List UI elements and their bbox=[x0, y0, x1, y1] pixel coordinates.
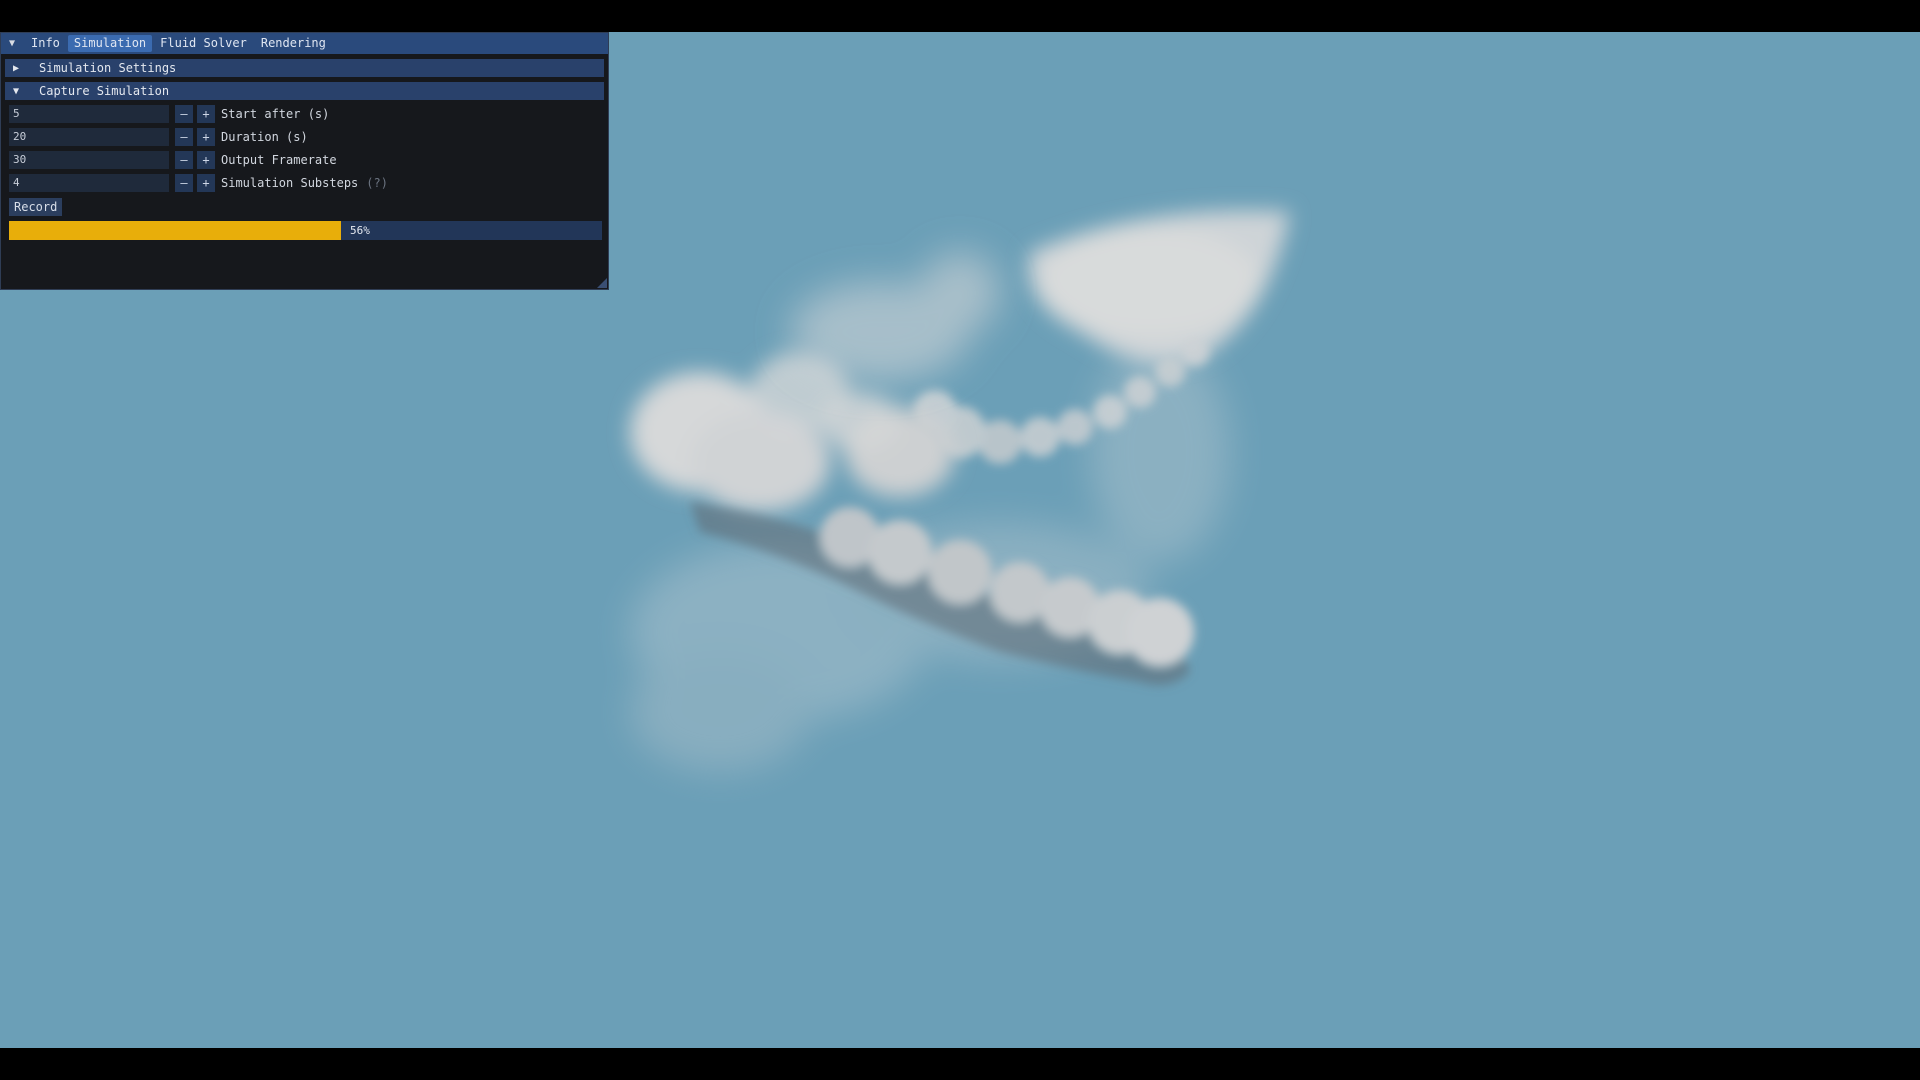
triangle-down-icon: ▼ bbox=[13, 85, 20, 97]
section-simulation-settings[interactable]: ▶ Simulation Settings bbox=[5, 59, 604, 77]
progress-fill bbox=[9, 221, 342, 240]
simulation-substeps-increment-button[interactable]: + bbox=[197, 174, 215, 192]
start-after-decrement-button[interactable]: – bbox=[175, 105, 193, 123]
duration-input[interactable]: 20 bbox=[9, 128, 169, 146]
duration-label: Duration (s) bbox=[221, 130, 308, 144]
settings-panel: ▼ Info Simulation Fluid Solver Rendering… bbox=[0, 32, 609, 290]
duration-row: 20 – + Duration (s) bbox=[9, 128, 608, 146]
tab-fluid-solver[interactable]: Fluid Solver bbox=[154, 35, 253, 52]
simulation-substeps-decrement-button[interactable]: – bbox=[175, 174, 193, 192]
tab-simulation[interactable]: Simulation bbox=[67, 35, 153, 52]
resize-grip[interactable] bbox=[597, 278, 607, 288]
output-framerate-label: Output Framerate bbox=[221, 153, 337, 167]
start-after-label: Start after (s) bbox=[221, 107, 330, 121]
simulation-substeps-input[interactable]: 4 bbox=[9, 174, 169, 192]
tab-bar: ▼ Info Simulation Fluid Solver Rendering bbox=[1, 33, 608, 54]
section-label: Capture Simulation bbox=[39, 84, 170, 98]
output-framerate-increment-button[interactable]: + bbox=[197, 151, 215, 169]
start-after-row: 5 – + Start after (s) bbox=[9, 105, 608, 123]
start-after-increment-button[interactable]: + bbox=[197, 105, 215, 123]
simulation-substeps-row: 4 – + Simulation Substeps (?) bbox=[9, 174, 608, 192]
progress-text: 56% bbox=[350, 224, 370, 237]
triangle-down-icon[interactable]: ▼ bbox=[5, 38, 19, 49]
tab-info[interactable]: Info bbox=[25, 35, 66, 52]
simulation-substeps-label: Simulation Substeps bbox=[221, 176, 359, 190]
triangle-right-icon: ▶ bbox=[13, 62, 20, 74]
output-framerate-input[interactable]: 30 bbox=[9, 151, 169, 169]
duration-increment-button[interactable]: + bbox=[197, 128, 215, 146]
output-framerate-decrement-button[interactable]: – bbox=[175, 151, 193, 169]
output-framerate-row: 30 – + Output Framerate bbox=[9, 151, 608, 169]
tab-rendering[interactable]: Rendering bbox=[255, 35, 332, 52]
duration-decrement-button[interactable]: – bbox=[175, 128, 193, 146]
help-marker[interactable]: (?) bbox=[366, 176, 388, 190]
section-capture-simulation[interactable]: ▼ Capture Simulation bbox=[5, 82, 604, 100]
section-label: Simulation Settings bbox=[39, 61, 177, 75]
start-after-input[interactable]: 5 bbox=[9, 105, 169, 123]
record-button[interactable]: Record bbox=[9, 198, 63, 216]
capture-progress-bar: 56% bbox=[9, 221, 602, 240]
